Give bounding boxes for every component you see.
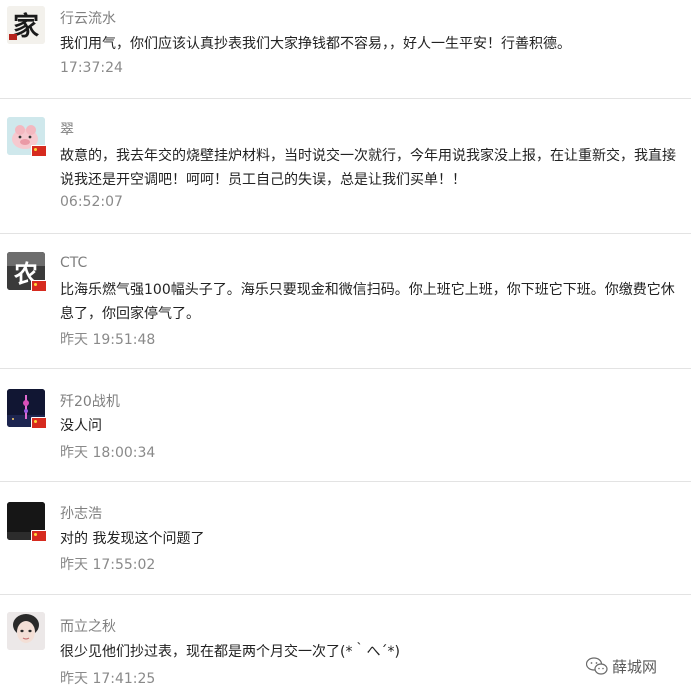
comment-item: 而立之秋 很少见他们抄过表，现在都是两个月交一次了(*｀へ´*) 昨天 17:4… (0, 595, 691, 698)
comment-nickname[interactable]: 翠 (60, 119, 74, 139)
comment-content: 我们用气，你们应该认真抄表我们大家挣钱都不容易，，好人一生平安！行善积德。 (60, 36, 571, 52)
comment-content: 比海乐燃气强100幅头子了。海乐只要现金和微信扫码。你上班它上班，你下班它下班。… (60, 282, 675, 322)
flag-icon (31, 280, 47, 292)
calligraphy-avatar-icon[interactable]: 家 (7, 6, 45, 44)
comment-time: 昨天 17:41:25 (60, 671, 156, 687)
comment-nickname[interactable]: CTC (60, 255, 87, 271)
comment-time: 17:37:24 (60, 60, 123, 76)
comment-list: 家 行云流水 我们用气，你们应该认真抄表我们大家挣钱都不容易，，好人一生平安！行… (0, 0, 691, 698)
comment-time: 昨天 17:55:02 (60, 557, 156, 573)
comment-content: 故意的，我去年交的烧壁挂炉材料，当时说交一次就行，今年用说我家没上报，在让重新交… (60, 148, 676, 188)
comment-item: 家 行云流水 我们用气，你们应该认真抄表我们大家挣钱都不容易，，好人一生平安！行… (0, 0, 691, 99)
comment-content: 对的 我发现这个问题了 (60, 531, 205, 547)
watermark: 薛城网 (585, 655, 658, 677)
comment-nickname[interactable]: 歼20战机 (60, 391, 120, 411)
comment-nickname[interactable]: 孙志浩 (60, 503, 102, 523)
comment-item: 孙志浩 对的 我发现这个问题了 昨天 17:55:02 (0, 482, 691, 595)
flag-icon (31, 145, 47, 157)
flag-icon (31, 417, 47, 429)
comment-item: 农 CTC 比海乐燃气强100幅头子了。海乐只要现金和微信扫码。你上班它上班，你… (0, 234, 691, 369)
comment-time: 06:52:07 (60, 194, 123, 210)
comment-item: 歼20战机 没人问 昨天 18:00:34 (0, 369, 691, 482)
comment-nickname[interactable]: 而立之秋 (60, 616, 116, 636)
flag-icon (31, 530, 47, 542)
comment-item: 翠 故意的，我去年交的烧壁挂炉材料，当时说交一次就行，今年用说我家没上报，在让重… (0, 99, 691, 234)
comment-time: 昨天 19:51:48 (60, 332, 156, 348)
wechat-icon (585, 657, 608, 675)
comment-content: 很少见他们抄过表，现在都是两个月交一次了(*｀へ´*) (60, 644, 400, 660)
comment-content: 没人问 (60, 418, 102, 434)
comment-time: 昨天 18:00:34 (60, 445, 156, 461)
portrait-avatar-icon[interactable] (7, 612, 45, 650)
watermark-text: 薛城网 (612, 657, 658, 676)
comment-nickname[interactable]: 行云流水 (60, 8, 116, 28)
